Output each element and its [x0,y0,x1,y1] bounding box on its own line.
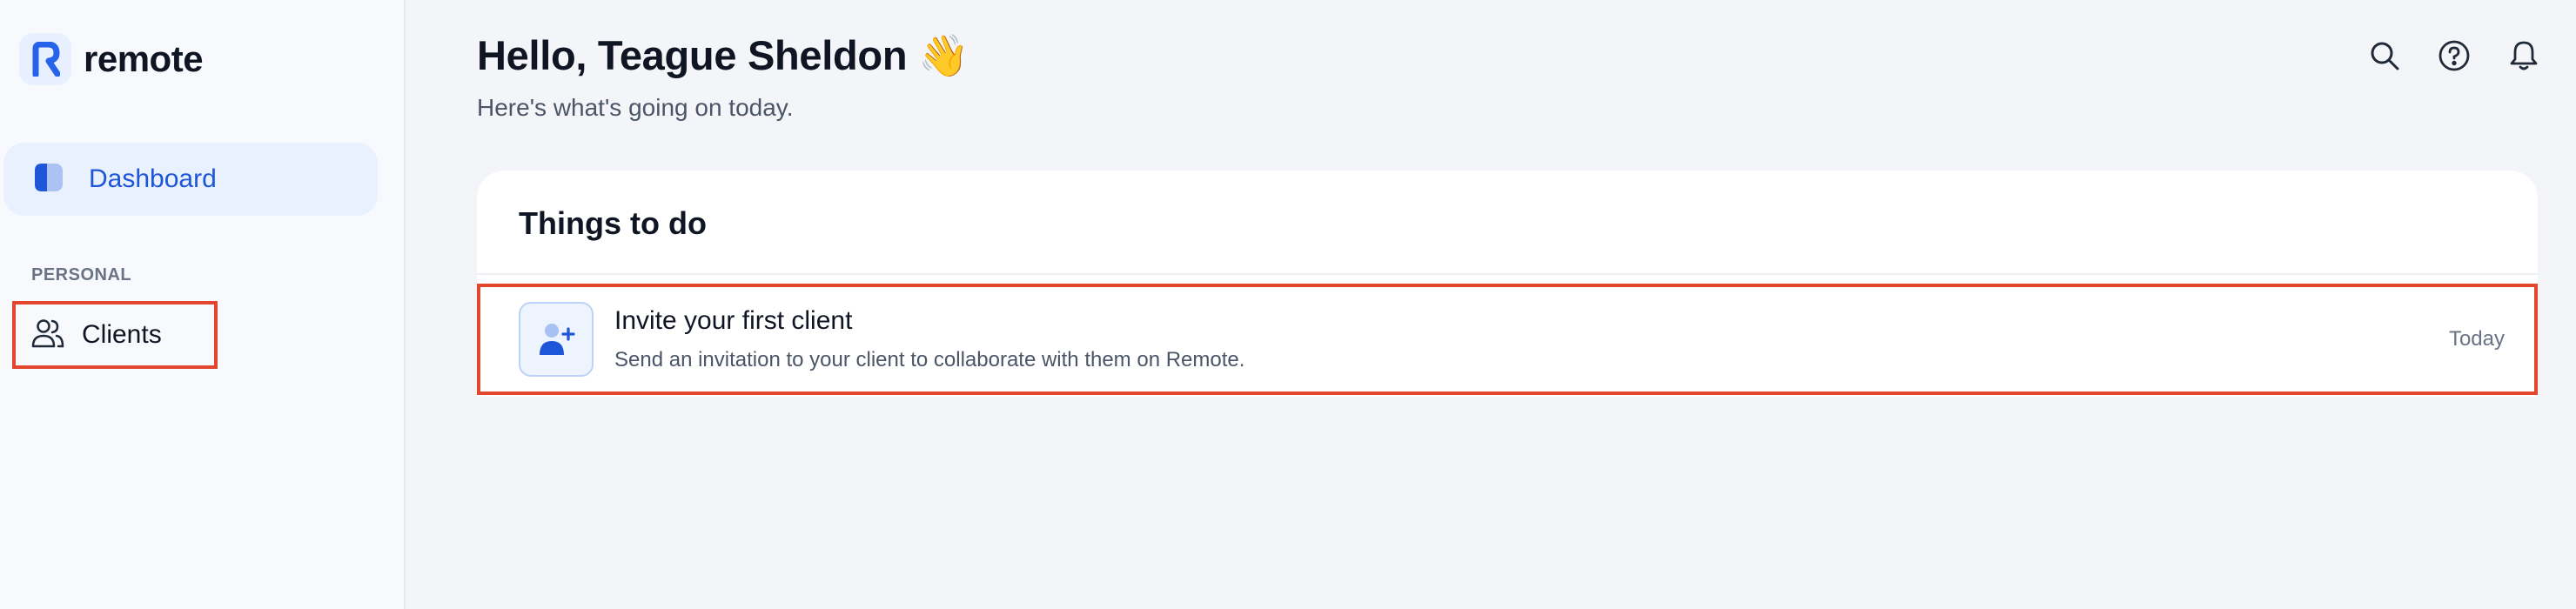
task-description: Send an invitation to your client to col… [614,348,1245,371]
remote-r-logo-icon [19,33,71,85]
sidebar-item-dashboard[interactable]: Dashboard [3,143,378,216]
task-title: Invite your first client [614,306,853,335]
add-user-icon [519,302,594,377]
main-content: Hello, Teague Sheldon 👋 Here's what's go… [406,0,2576,609]
sidebar-item-label: Clients [82,320,162,349]
sidebar-item-clients[interactable]: Clients [12,301,218,369]
task-date: Today [2448,327,2505,351]
page-title: Hello, Teague Sheldon 👋 [477,32,969,78]
things-to-do-card: Things to do Invite your first client Se… [477,171,2538,397]
sidebar-item-label: Dashboard [89,164,217,193]
divider [477,273,2538,275]
section-label-personal: PERSONAL [31,265,132,284]
task-text: Invite your first client Send an invitat… [614,306,1244,372]
sidebar: remote Dashboard PERSONAL Clients [0,0,406,609]
header-actions [2365,37,2543,75]
brand-name: remote [84,38,204,79]
app-root: remote Dashboard PERSONAL Clients Hello,… [0,0,2576,609]
users-icon [31,318,64,353]
bell-icon[interactable] [2505,37,2543,75]
search-icon[interactable] [2365,37,2404,75]
help-icon[interactable] [2435,37,2473,75]
card-title: Things to do [519,205,707,241]
dashboard-icon [33,162,64,197]
task-row-invite-client[interactable]: Invite your first client Send an invitat… [477,284,2538,395]
brand[interactable]: remote [19,33,204,85]
page-subtitle: Here's what's going on today. [477,94,794,121]
